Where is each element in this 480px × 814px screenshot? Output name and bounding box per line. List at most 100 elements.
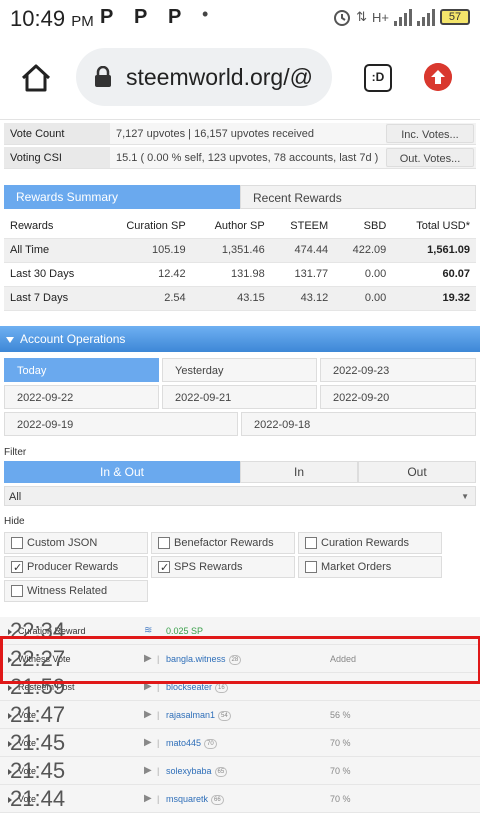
filter-in-out[interactable]: In & Out (4, 461, 240, 483)
table-cell: 0.00 (334, 286, 393, 311)
notification-icon: P (100, 6, 114, 28)
column-header: Author SP (191, 214, 271, 239)
date-button[interactable]: 2022-09-23 (320, 358, 476, 382)
voting-csi-value: 15.1 ( 0.00 % self, 123 upvotes, 78 acco… (110, 147, 386, 168)
table-cell: Last 30 Days (4, 262, 101, 287)
table-row: All Time 105.19 1,351.46 474.44 422.09 1… (4, 238, 476, 263)
account-operations-header[interactable]: Account Operations (0, 326, 480, 352)
vote-count-label: Vote Count (4, 123, 110, 144)
table-cell: 131.98 (191, 262, 271, 287)
table-cell: 12.42 (100, 262, 192, 287)
table-cell: 1,561.09 (392, 238, 476, 263)
table-header-row: Rewards Curation SP Author SP STEEM SBD … (4, 214, 476, 239)
column-header: Total USD* (392, 214, 476, 239)
filter-out[interactable]: Out (358, 461, 476, 483)
dropdown-arrow-icon: ▼ (461, 492, 469, 501)
column-header: SBD (334, 214, 393, 239)
incoming-votes-button[interactable]: Inc. Votes... (386, 124, 474, 143)
table-row: Last 30 Days 12.42 131.98 131.77 0.00 60… (4, 262, 476, 287)
signal-icon-2 (417, 8, 435, 26)
table-cell: 43.12 (270, 286, 335, 311)
operation-type-select[interactable]: All ▼ (4, 486, 476, 506)
status-bar: 10:49 PM P P P • ⇅ H+ 57 (0, 0, 480, 38)
operation-row[interactable]: Vote ▶ | msquaretk 66 70 % 21:44 (0, 785, 480, 813)
date-today[interactable]: Today (4, 358, 159, 382)
operation-row[interactable]: Vote ▶ | rajasalman1 54 56 % 21:47 (0, 701, 480, 729)
hide-custom-json[interactable]: Custom JSON (4, 532, 148, 554)
lock-icon (95, 66, 111, 87)
date-button[interactable]: 2022-09-20 (320, 385, 476, 409)
system-icons: ⇅ H+ 57 (333, 8, 470, 26)
column-header: Curation SP (100, 214, 192, 239)
table-cell: 43.15 (191, 286, 271, 311)
operation-time: 21:45 (10, 730, 66, 755)
filter-label: Filter (4, 447, 27, 458)
hide-producer-rewards[interactable]: Producer Rewards (4, 556, 148, 578)
address-bar[interactable]: steemworld.org/@ (76, 48, 332, 106)
table-cell: All Time (4, 238, 101, 263)
hide-sps-rewards[interactable]: SPS Rewards (151, 556, 295, 578)
checkbox-checked-icon (158, 558, 170, 578)
table-cell: 474.44 (270, 238, 335, 263)
filter-tabs: In & Out In Out (4, 461, 476, 483)
date-yesterday[interactable]: Yesterday (162, 358, 317, 382)
url-text[interactable]: steemworld.org/@ (126, 64, 313, 91)
battery-icon: 57 (440, 9, 470, 25)
red-highlight-box (0, 636, 480, 684)
table-cell: 422.09 (334, 238, 393, 263)
tabs-button[interactable]: :D (364, 64, 392, 92)
column-header: Rewards (4, 214, 101, 239)
rewards-table: Rewards Curation SP Author SP STEEM SBD … (4, 214, 476, 311)
vote-count-row: Vote Count 7,127 upvotes | 16,157 upvote… (4, 123, 476, 145)
hide-curation-rewards[interactable]: Curation Rewards (298, 532, 442, 554)
table-cell: 105.19 (100, 238, 192, 263)
voting-csi-label: Voting CSI (4, 147, 110, 168)
checkbox-icon (11, 537, 23, 549)
date-button[interactable]: 2022-09-18 (241, 412, 476, 436)
data-arrows-icon: ⇅ (356, 9, 368, 24)
checkbox-icon (305, 561, 317, 573)
rewards-tabs: Rewards Summary Recent Rewards (4, 185, 476, 209)
upload-icon[interactable] (424, 63, 452, 91)
tab-recent-rewards[interactable]: Recent Rewards (240, 185, 476, 209)
operation-time: 21:45 (10, 758, 66, 783)
operation-row[interactable]: Vote ▶ | solexybaba 65 70 % 21:45 (0, 757, 480, 785)
vote-count-value: 7,127 upvotes | 16,157 upvotes received (110, 123, 386, 144)
hide-witness-related[interactable]: Witness Related (4, 580, 148, 602)
column-header: STEEM (270, 214, 335, 239)
more-notifications-icon: • (202, 4, 209, 24)
network-type: H+ (372, 9, 389, 25)
table-cell: 2.54 (100, 286, 192, 311)
checkbox-icon (11, 585, 23, 597)
table-cell: 19.32 (392, 286, 476, 311)
filter-in[interactable]: In (240, 461, 358, 483)
operation-row[interactable]: Vote ▶ | mato445 70 70 % 21:45 (0, 729, 480, 757)
hide-benefactor-rewards[interactable]: Benefactor Rewards (151, 532, 295, 554)
page-content: Vote Count 7,127 upvotes | 16,157 upvote… (0, 120, 480, 814)
clock: 10:49 PM (10, 6, 94, 31)
operation-time: 21:47 (10, 702, 66, 727)
home-icon[interactable] (20, 62, 52, 94)
checkbox-checked-icon (11, 558, 23, 578)
checkbox-icon (305, 537, 317, 549)
table-row: Last 7 Days 2.54 43.15 43.12 0.00 19.32 (4, 286, 476, 311)
tab-rewards-summary[interactable]: Rewards Summary (4, 185, 240, 209)
alarm-icon (334, 10, 351, 26)
date-button[interactable]: 2022-09-21 (162, 385, 317, 409)
table-cell: 60.07 (392, 262, 476, 287)
outgoing-votes-button[interactable]: Out. Votes... (386, 148, 474, 167)
table-cell: 131.77 (270, 262, 335, 287)
table-cell: 1,351.46 (191, 238, 271, 263)
voting-csi-row: Voting CSI 15.1 ( 0.00 % self, 123 upvot… (4, 147, 476, 169)
hide-market-orders[interactable]: Market Orders (298, 556, 442, 578)
checkbox-icon (158, 537, 170, 549)
notification-icon: P (134, 6, 148, 28)
browser-toolbar: steemworld.org/@ :D (0, 38, 480, 120)
date-button[interactable]: 2022-09-22 (4, 385, 159, 409)
date-button[interactable]: 2022-09-19 (4, 412, 238, 436)
collapse-triangle-icon (6, 336, 14, 343)
signal-icon (394, 8, 412, 26)
operation-time: 21:44 (10, 786, 66, 811)
notification-icon: P (168, 6, 182, 28)
table-cell: Last 7 Days (4, 286, 101, 311)
